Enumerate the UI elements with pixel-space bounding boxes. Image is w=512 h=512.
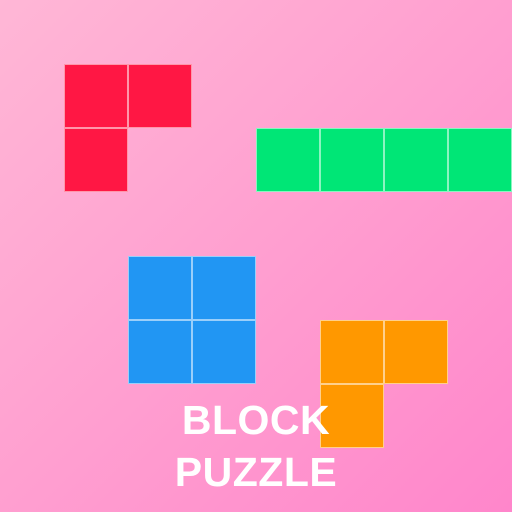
green-i-piece-cell[interactable] [384, 128, 448, 192]
orange-l-piece-cell[interactable] [320, 384, 384, 448]
red-l-piece-cell[interactable] [64, 128, 128, 192]
green-i-piece-cell[interactable] [320, 128, 384, 192]
red-l-piece-cell[interactable] [128, 64, 192, 128]
orange-l-piece-cell[interactable] [384, 320, 448, 384]
green-i-piece-cell[interactable] [256, 128, 320, 192]
green-i-piece-cell[interactable] [448, 128, 512, 192]
blue-o-piece-cell[interactable] [192, 256, 256, 320]
game-board: BLOCK PUZZLE [0, 0, 512, 512]
orange-l-piece-cell[interactable] [320, 320, 384, 384]
blue-o-piece-cell[interactable] [128, 256, 192, 320]
blue-o-piece-cell[interactable] [192, 320, 256, 384]
red-l-piece[interactable] [0, 0, 512, 512]
title-line-2: PUZZLE [174, 449, 338, 495]
title-line-1: BLOCK [181, 397, 331, 443]
blue-o-piece-cell[interactable] [128, 320, 192, 384]
red-l-piece-cell[interactable] [64, 64, 128, 128]
